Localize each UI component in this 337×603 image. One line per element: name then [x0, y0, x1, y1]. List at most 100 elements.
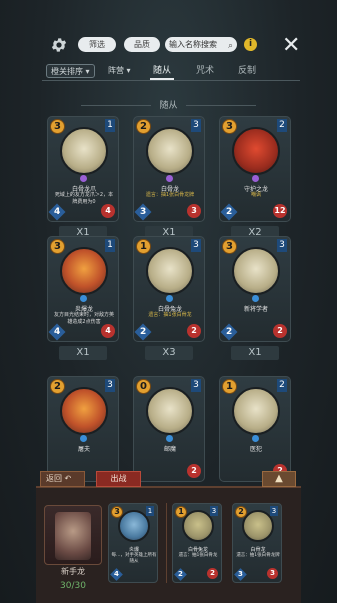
- card-health: 2: [207, 568, 218, 579]
- filter-button-b[interactable]: 品质: [124, 37, 160, 52]
- card-rank: 3: [105, 379, 115, 392]
- card-count: X1: [59, 346, 107, 360]
- sort-label: 橙关排序: [51, 67, 83, 76]
- card-gem: [166, 435, 173, 442]
- card-art: [232, 247, 280, 295]
- search-input[interactable]: 输入名称搜索 ⌕: [165, 37, 237, 52]
- card-cost: 1: [222, 379, 237, 394]
- card-name: 白骨兔龙: [187, 547, 208, 553]
- back-button[interactable]: 返回 ↶: [40, 471, 85, 487]
- tab-spells[interactable]: 咒术: [196, 64, 214, 78]
- card-health: 2: [273, 324, 287, 338]
- filter-button-a[interactable]: 筛选: [78, 37, 116, 52]
- card-attack: 2: [134, 323, 152, 341]
- card-gem: [80, 435, 87, 442]
- card-cost: 3: [50, 239, 65, 254]
- card-gem: [252, 295, 259, 302]
- tab-counter[interactable]: 反制: [238, 64, 256, 78]
- minion-card[interactable]: 12医犯2: [219, 376, 291, 482]
- card-cost: 2: [136, 119, 151, 134]
- card-name: 炎爆: [128, 547, 139, 553]
- card-health: 2: [187, 464, 201, 478]
- card-rank: 1: [146, 506, 154, 516]
- hero-portrait[interactable]: [44, 505, 102, 565]
- card-name: 新将学者: [243, 306, 268, 313]
- card-art: [146, 127, 194, 175]
- card-count: X3: [145, 346, 193, 360]
- card-desc: 每…，对手英雄上所有随从: [111, 553, 157, 564]
- minion-card[interactable]: 3 1 炎爆龙 友方目光结束时，对敌方英雄造成2点伤害 4 4: [47, 236, 119, 342]
- card-attack: 4: [110, 568, 123, 581]
- card-name: 医犯: [249, 446, 262, 453]
- minion-card[interactable]: 2 3 屠夫: [47, 376, 119, 482]
- card-gem: [80, 295, 87, 302]
- card-rank: 3: [210, 506, 218, 516]
- card-rank: 2: [277, 379, 287, 392]
- card-cost: 3: [222, 119, 237, 134]
- card-health: 12: [273, 204, 287, 218]
- card-desc: 遗言：抽1张白骨龙: [178, 553, 218, 558]
- lineage-dropdown[interactable]: 阵营 ▾: [108, 64, 131, 78]
- card-rank: 3: [191, 119, 201, 132]
- card-attack: 2: [220, 323, 238, 341]
- tab-active-indicator: [150, 78, 174, 80]
- minion-card[interactable]: 3 3 新将学者 2 2: [219, 236, 291, 342]
- section-title: 随从: [0, 98, 337, 111]
- card-cost: 3: [111, 506, 123, 518]
- battle-button[interactable]: 出战: [96, 471, 141, 487]
- card-desc: 遗言：抽1张白骨龙牌: [236, 553, 280, 558]
- deck-count: 30/30: [60, 581, 86, 591]
- card-rank: 3: [191, 239, 201, 252]
- expand-button[interactable]: ▲: [262, 471, 296, 487]
- card-gem: [252, 435, 259, 442]
- card-name: 邮魔: [163, 446, 176, 453]
- card-gem: [166, 295, 173, 302]
- info-icon[interactable]: i: [244, 38, 257, 51]
- card-health: 3: [187, 204, 201, 218]
- card-art: [60, 247, 108, 295]
- card-cost: 1: [175, 506, 187, 518]
- chevron-down-icon: ▾: [85, 67, 90, 76]
- card-desc: 遗言：抽1张白骨龙牌: [145, 192, 195, 198]
- card-cost: 1: [136, 239, 151, 254]
- search-icon[interactable]: ⌕: [228, 39, 233, 54]
- deck-divider: [166, 503, 167, 583]
- minion-card[interactable]: 0 3 邮魔 2: [133, 376, 205, 482]
- card-attack: 4: [48, 323, 66, 341]
- card-art: [232, 387, 280, 435]
- minion-card[interactable]: 2 3 白骨龙 遗言：抽1张白骨龙牌 3 3: [133, 116, 205, 222]
- card-attack: 3: [134, 203, 152, 221]
- card-desc: 遗言：抽1张白骨龙: [148, 312, 192, 318]
- minion-card[interactable]: 3 2 守护之龙 嘲讽 2 12: [219, 116, 291, 222]
- lineage-label: 阵营: [108, 66, 124, 75]
- card-rank: 1: [105, 119, 115, 132]
- card-art: [232, 127, 280, 175]
- chevron-down-icon: ▾: [126, 66, 131, 75]
- card-art: [60, 387, 108, 435]
- card-gem: [80, 175, 87, 182]
- card-name: 屠夫: [77, 446, 90, 453]
- close-icon[interactable]: ✕: [282, 33, 300, 58]
- deck-card[interactable]: 2 3 白骨龙 遗言：抽1张白骨龙牌 3 3: [232, 503, 282, 583]
- card-gem: [166, 175, 173, 182]
- card-cost: 2: [235, 506, 247, 518]
- card-attack: 3: [234, 568, 247, 581]
- search-placeholder: 输入名称搜索: [169, 40, 217, 49]
- card-attack: 4: [48, 203, 66, 221]
- card-cost: 0: [136, 379, 151, 394]
- card-art: [60, 127, 108, 175]
- minion-card[interactable]: 1 3 白骨兔龙 遗言：抽1张白骨龙 2 2: [133, 236, 205, 342]
- tab-minions[interactable]: 随从: [153, 64, 171, 78]
- minion-card[interactable]: 3 1 白骨龙爪 死域上的友方龙爪＞2，本牌费用为0 4 4: [47, 116, 119, 222]
- card-rank: 1: [105, 239, 115, 252]
- card-health: 2: [187, 324, 201, 338]
- card-art: [146, 247, 194, 295]
- card-health: 3: [267, 568, 278, 579]
- deck-card[interactable]: 1 3 白骨兔龙 遗言：抽1张白骨龙 2 2: [172, 503, 222, 583]
- gear-icon[interactable]: [50, 36, 68, 54]
- card-cost: 2: [50, 379, 65, 394]
- sort-dropdown[interactable]: 橙关排序 ▾: [46, 64, 95, 78]
- card-attack: 2: [220, 203, 238, 221]
- deck-card[interactable]: 3 1 炎爆 每…，对手英雄上所有随从 4: [108, 503, 158, 583]
- card-rank: 3: [277, 239, 287, 252]
